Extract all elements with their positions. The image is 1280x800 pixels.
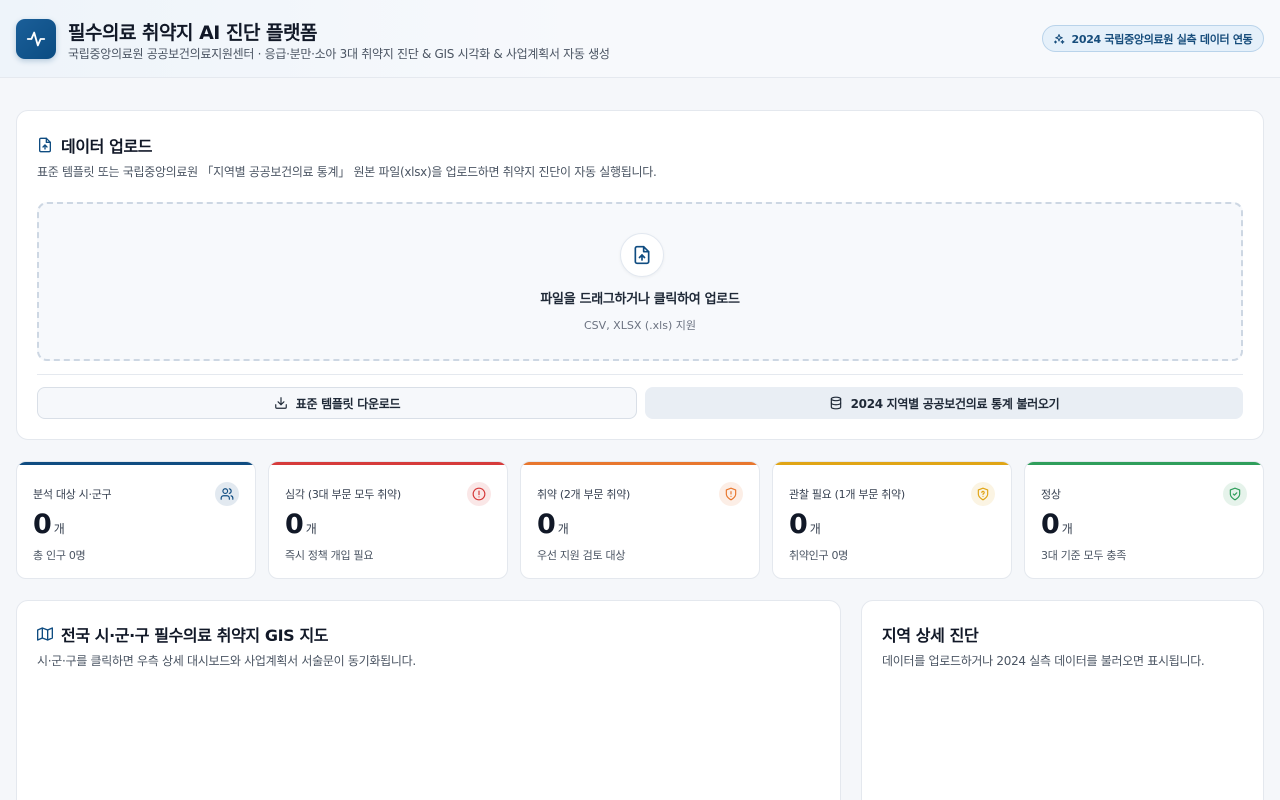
gis-map-card: 전국 시·군·구 필수의료 취약지 GIS 지도 시·군·구를 클릭하면 우측 …: [16, 600, 841, 800]
map-title: 전국 시·군·구 필수의료 취약지 GIS 지도: [37, 622, 329, 646]
stat-value: 0 개: [1041, 509, 1073, 540]
region-detail-card: 지역 상세 진단 데이터를 업로드하거나 2024 실측 데이터를 불러오면 표…: [861, 600, 1264, 800]
upload-divider: [37, 374, 1243, 375]
shield-check-icon: [1229, 487, 1241, 501]
detail-description: 데이터를 업로드하거나 2024 실측 데이터를 불러오면 표시됩니다.: [882, 654, 1205, 668]
stat-label: 정상: [1041, 488, 1061, 501]
stat-label: 관찰 필요 (1개 부문 취약): [789, 488, 905, 501]
upload-title: 데이터 업로드: [37, 133, 152, 157]
stat-icon-circle: [1223, 482, 1247, 506]
dropzone-title: 파일을 드래그하거나 클릭하여 업로드: [540, 292, 740, 307]
users-icon: [220, 488, 234, 500]
stat-card-critical: 심각 (3대 부문 모두 취약) 0 개 즉시 정책 개입 필요: [268, 461, 508, 579]
shield-alert-icon: [725, 487, 737, 501]
stat-number: 0: [537, 509, 556, 540]
stat-unit: 개: [557, 522, 569, 536]
dropzone-formats: CSV, XLSX (.xls) 지원: [584, 319, 696, 332]
map-description: 시·군·구를 클릭하면 우측 상세 대시보드와 사업계획서 서술문이 동기화됩니…: [37, 654, 416, 668]
download-icon: [274, 397, 287, 409]
file-dropzone[interactable]: 파일을 드래그하거나 클릭하여 업로드 CSV, XLSX (.xls) 지원: [37, 202, 1243, 361]
stat-icon-circle: [467, 482, 491, 506]
stat-unit: 개: [809, 522, 821, 536]
stat-icon-circle: [719, 482, 743, 506]
stat-number: 0: [1041, 509, 1060, 540]
load-2024-data-label: 2024 지역별 공공보건의료 통계 불러오기: [850, 396, 1060, 411]
stat-card-normal: 정상 0 개 3대 기준 모두 충족: [1024, 461, 1264, 579]
upload-description: 표준 템플릿 또는 국립중앙의료원 「지역별 공공보건의료 통계」 원본 파일(…: [37, 165, 657, 179]
app-subtitle: 국립중앙의료원 공공보건의료지원센터 · 응급·분만·소아 3대 취약지 진단 …: [68, 47, 610, 61]
stat-number: 0: [789, 509, 808, 540]
pulse-icon: [26, 31, 46, 47]
shield-question-icon: [977, 487, 989, 501]
stat-note: 총 인구 0명: [33, 549, 86, 562]
upload-title-label: 데이터 업로드: [61, 137, 153, 156]
stat-note: 취약인구 0명: [789, 549, 848, 562]
map-canvas[interactable]: [37, 681, 820, 800]
stat-label: 분석 대상 시·군구: [33, 488, 112, 501]
alert-circle-icon: [472, 487, 486, 501]
stat-card-total: 분석 대상 시·군구 0 개 총 인구 0명: [16, 461, 256, 579]
stat-card-watch: 관찰 필요 (1개 부문 취약) 0 개 취약인구 0명: [772, 461, 1012, 579]
stat-accent-bar: [521, 462, 759, 465]
stat-unit: 개: [305, 522, 317, 536]
stat-card-vulnerable: 취약 (2개 부문 취약) 0 개 우선 지원 검토 대상: [520, 461, 760, 579]
stat-accent-bar: [269, 462, 507, 465]
stat-icon-circle: [215, 482, 239, 506]
stat-value: 0 개: [537, 509, 569, 540]
stat-note: 3대 기준 모두 충족: [1041, 549, 1127, 562]
stat-number: 0: [33, 509, 52, 540]
sparkles-icon: [1054, 33, 1065, 44]
upload-card: 데이터 업로드 표준 템플릿 또는 국립중앙의료원 「지역별 공공보건의료 통계…: [16, 110, 1264, 440]
app-header: 필수의료 취약지 AI 진단 플랫폼 국립중앙의료원 공공보건의료지원센터 · …: [0, 0, 1280, 78]
stat-icon-circle: [971, 482, 995, 506]
load-2024-data-button[interactable]: 2024 지역별 공공보건의료 통계 불러오기: [645, 387, 1243, 419]
stat-note: 즉시 정책 개입 필요: [285, 549, 374, 562]
map-icon: [37, 627, 53, 641]
stat-label: 취약 (2개 부문 취약): [537, 488, 631, 501]
download-template-button[interactable]: 표준 템플릿 다운로드: [37, 387, 637, 419]
file-upload-icon: [634, 245, 650, 265]
app-logo: [16, 19, 56, 59]
download-template-label: 표준 템플릿 다운로드: [295, 396, 401, 411]
file-upload-icon: [39, 137, 51, 153]
app-title: 필수의료 취약지 AI 진단 플랫폼: [68, 22, 318, 44]
stat-accent-bar: [773, 462, 1011, 465]
map-title-label: 전국 시·군·구 필수의료 취약지 GIS 지도: [61, 626, 329, 645]
stat-value: 0 개: [285, 509, 317, 540]
stat-accent-bar: [1025, 462, 1263, 465]
badge-label: 2024 국립중앙의료원 실측 데이터 연동: [1071, 32, 1253, 46]
dropzone-icon-circle: [620, 233, 664, 277]
stat-unit: 개: [53, 522, 65, 536]
stat-number: 0: [285, 509, 304, 540]
stat-unit: 개: [1061, 522, 1073, 536]
detail-title: 지역 상세 진단: [882, 626, 979, 645]
stat-value: 0 개: [33, 509, 65, 540]
stat-accent-bar: [17, 462, 255, 465]
stat-note: 우선 지원 검토 대상: [537, 549, 626, 562]
database-icon: [830, 396, 841, 410]
stat-label: 심각 (3대 부문 모두 취약): [285, 488, 401, 501]
stat-value: 0 개: [789, 509, 821, 540]
data-source-badge: 2024 국립중앙의료원 실측 데이터 연동: [1042, 25, 1264, 52]
